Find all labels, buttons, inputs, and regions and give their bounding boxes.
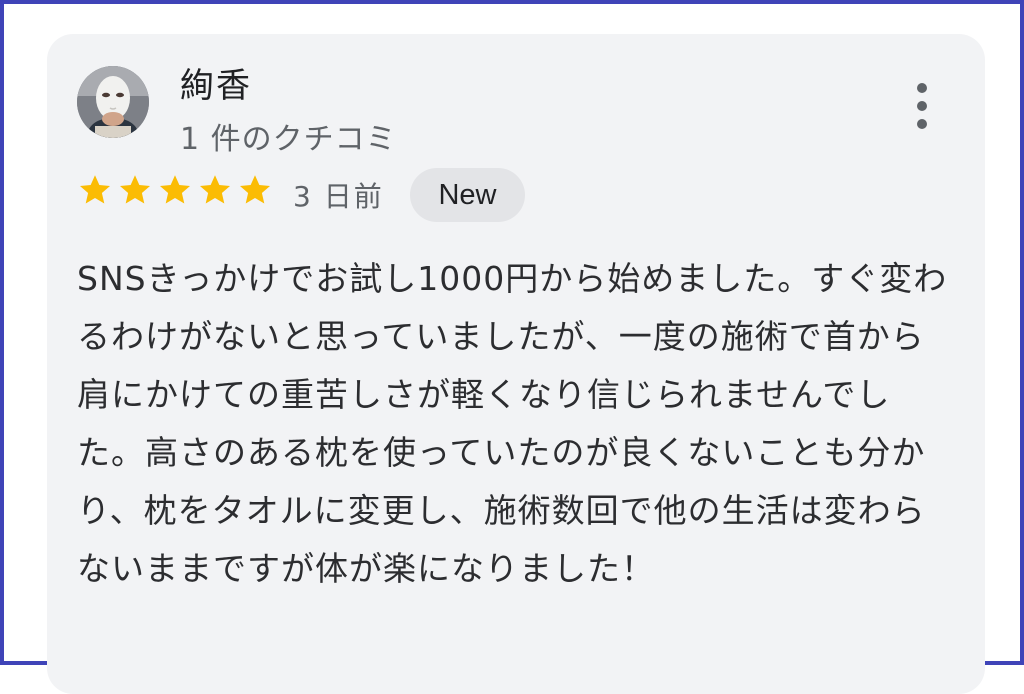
review-date: 3 日前: [293, 180, 384, 213]
star-icon: [120, 175, 150, 204]
masked-person-avatar-icon: [77, 66, 149, 138]
star-icon: [200, 175, 230, 204]
star-icon: [160, 175, 190, 204]
star-rating: [77, 172, 273, 208]
star-icon: [80, 175, 110, 204]
reviewer-review-count: 1 件のクチコミ: [180, 122, 397, 157]
screenshot-frame: 絢香 1 件のクチコミ 3 日前 New SNSきっかけでお試し1000円から始…: [0, 0, 1024, 694]
more-vert-icon: [917, 83, 927, 129]
reviewer-name[interactable]: 絢香: [180, 58, 252, 107]
more-options-button[interactable]: [907, 78, 937, 134]
star-icon: [240, 175, 270, 204]
reviewer-avatar[interactable]: [77, 66, 149, 138]
new-badge: New: [410, 168, 525, 222]
review-text: SNSきっかけでお試し1000円から始めました。すぐ変わるわけがないと思っていま…: [77, 259, 948, 588]
review-card: 絢香 1 件のクチコミ 3 日前 New SNSきっかけでお試し1000円から始…: [47, 34, 985, 694]
